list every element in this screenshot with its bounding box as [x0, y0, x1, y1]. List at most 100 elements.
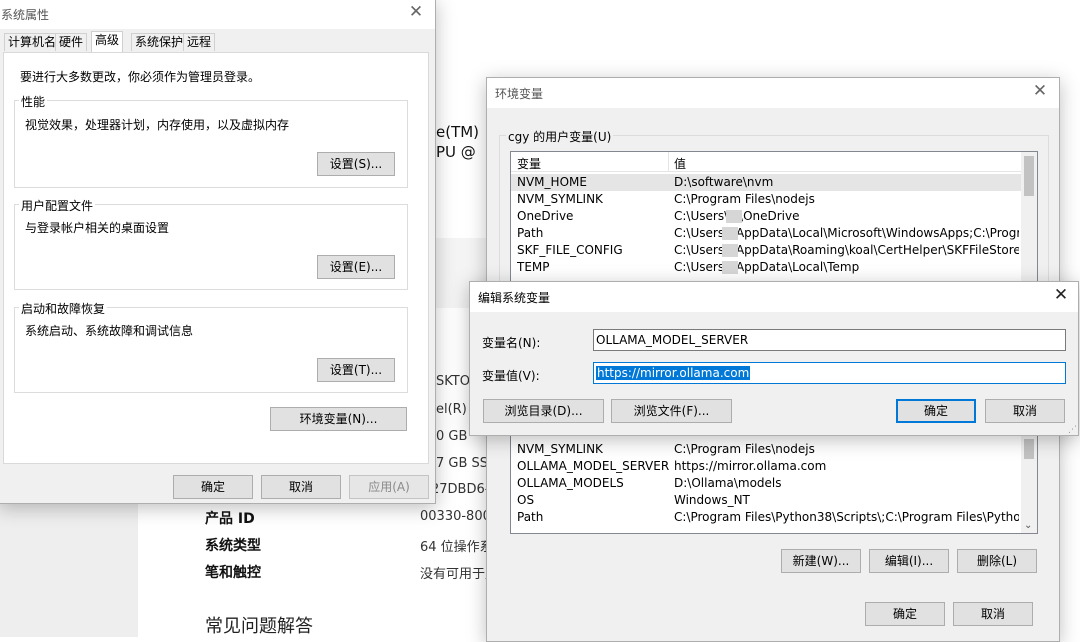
- column-header-value[interactable]: 值: [674, 155, 686, 172]
- title-bar: 环境变量 ✕: [487, 78, 1059, 108]
- user-profiles-group: 用户配置文件 与登录帐户相关的桌面设置 设置(E)...: [14, 197, 408, 290]
- settings-nav-panel: [0, 500, 138, 637]
- close-icon[interactable]: ✕: [1027, 80, 1053, 104]
- variable-name: Path: [517, 226, 544, 240]
- column-divider[interactable]: [668, 152, 669, 172]
- table-row[interactable]: OneDrive C:\Users\ y\OneDrive: [511, 208, 1023, 225]
- startup-recovery-settings-button[interactable]: 设置(T)...: [317, 358, 395, 382]
- group-description: 系统启动、系统故障和调试信息: [25, 324, 194, 338]
- environment-variables-button[interactable]: 环境变量(N)...: [270, 407, 407, 431]
- redaction-blur: [726, 210, 742, 223]
- variable-name: OLLAMA_MODEL_SERVER: [517, 459, 670, 473]
- redaction-blur: [722, 227, 738, 240]
- faq-title: 常见问题解答: [205, 616, 313, 637]
- delete-variable-button[interactable]: 删除(L): [957, 549, 1037, 573]
- pen-touch-label: 笔和触控: [205, 565, 261, 581]
- table-row[interactable]: NVM_HOME D:\software\nvm: [511, 174, 1023, 191]
- variable-name-input[interactable]: OLLAMA_MODEL_SERVER: [593, 329, 1066, 351]
- redaction-blur: [722, 244, 738, 257]
- ok-button[interactable]: 确定: [173, 475, 253, 499]
- startup-recovery-group: 启动和故障恢复 系统启动、系统故障和调试信息 设置(T)...: [14, 300, 408, 393]
- variable-name: NVM_SYMLINK: [517, 442, 603, 456]
- table-row[interactable]: OLLAMA_MODELS D:\Ollama\models: [511, 475, 1023, 492]
- cpu-name-fragment: e(TM): [436, 123, 480, 141]
- table-row[interactable]: NVM_SYMLINK C:\Program Files\nodejs: [511, 441, 1023, 458]
- column-header-variable[interactable]: 变量: [517, 155, 541, 172]
- table-row[interactable]: SKF_FILE_CONFIG C:\Users\ \AppData\Roami…: [511, 242, 1023, 259]
- tab-advanced[interactable]: 高级: [91, 31, 124, 52]
- group-label: 启动和故障恢复: [19, 300, 108, 317]
- group-label: 性能: [19, 93, 48, 110]
- scroll-down-icon[interactable]: ⌄: [1024, 520, 1032, 531]
- variable-value-input[interactable]: https://mirror.ollama.com: [593, 362, 1066, 384]
- variable-name: NVM_HOME: [517, 175, 587, 189]
- variable-name: Path: [517, 510, 544, 524]
- edit-variable-button[interactable]: 编辑(I)...: [869, 549, 949, 573]
- dialog-title: 系统属性: [1, 8, 50, 22]
- cancel-button[interactable]: 取消: [953, 602, 1033, 626]
- ok-button[interactable]: 确定: [896, 399, 976, 423]
- variable-value: C:\Program Files\Python38\Scripts\;C:\Pr…: [674, 510, 1019, 524]
- table-row[interactable]: TEMP C:\Users\ \AppData\Local\Temp: [511, 259, 1023, 276]
- cancel-button[interactable]: 取消: [261, 475, 341, 499]
- ram-fragment: 0 GB: [436, 429, 468, 444]
- browse-file-button[interactable]: 浏览文件(F)...: [611, 399, 732, 423]
- close-icon[interactable]: ✕: [1048, 284, 1074, 308]
- scrollbar-thumb[interactable]: [1024, 156, 1034, 196]
- variable-value: C:\Users\ \AppData\Local\Temp: [674, 260, 860, 274]
- performance-group: 性能 视觉效果，处理器计划，内存使用，以及虚拟内存 设置(S)...: [14, 93, 408, 188]
- cpu-name-fragment: PU @: [436, 143, 476, 161]
- table-row[interactable]: OLLAMA_MODEL_SERVER https://mirror.ollam…: [511, 458, 1023, 475]
- group-label: cgy 的用户变量(U): [506, 128, 614, 145]
- tab-computer-name[interactable]: 计算机名: [4, 33, 61, 51]
- admin-note: 要进行大多数更改，你必须作为管理员登录。: [20, 70, 261, 84]
- title-bar: 编辑系统变量 ✕: [470, 282, 1078, 312]
- variable-name-label: 变量名(N):: [482, 336, 541, 350]
- close-icon[interactable]: ✕: [403, 1, 429, 25]
- variable-value: https://mirror.ollama.com: [674, 459, 827, 473]
- product-id-label: 产品 ID: [205, 511, 255, 527]
- resize-grip-icon[interactable]: ⋰: [1068, 426, 1077, 435]
- variable-value-label: 变量值(V):: [482, 369, 540, 383]
- user-variables-table[interactable]: 变量 值 NVM_HOME D:\software\nvm NVM_SYMLIN…: [510, 151, 1038, 286]
- variable-name: OneDrive: [517, 209, 574, 223]
- table-row[interactable]: Path C:\Users\ \AppData\Local\Microsoft\…: [511, 225, 1023, 242]
- selected-text: https://mirror.ollama.com: [596, 366, 751, 380]
- variable-value: D:\software\nvm: [674, 175, 774, 189]
- table-header: 变量 值: [511, 152, 1037, 172]
- table-row[interactable]: Path C:\Program Files\Python38\Scripts\;…: [511, 509, 1023, 526]
- table-row[interactable]: NVM_SYMLINK C:\Program Files\nodejs: [511, 191, 1023, 208]
- performance-settings-button[interactable]: 设置(S)...: [317, 152, 395, 176]
- variable-name: OLLAMA_MODELS: [517, 476, 624, 490]
- scrollbar-thumb[interactable]: [1024, 439, 1034, 459]
- new-variable-button[interactable]: 新建(W)...: [781, 549, 861, 573]
- apply-button[interactable]: 应用(A): [349, 475, 429, 499]
- group-description: 与登录帐户相关的桌面设置: [25, 221, 170, 235]
- variable-name: OS: [517, 493, 535, 507]
- variable-value: C:\Program Files\nodejs: [674, 442, 815, 456]
- ok-button[interactable]: 确定: [865, 602, 945, 626]
- cancel-button[interactable]: 取消: [985, 399, 1065, 423]
- variable-name: SKF_FILE_CONFIG: [517, 243, 623, 257]
- title-bar: 系统属性 ✕: [0, 0, 435, 29]
- tab-remote[interactable]: 远程: [183, 33, 216, 51]
- dialog-title: 编辑系统变量: [478, 291, 551, 305]
- system-properties-dialog: 系统属性 ✕ 计算机名 硬件 高级 系统保护 远程 要进行大多数更改，你必须作为…: [0, 0, 436, 504]
- system-type-value: 64 位操作系: [420, 540, 493, 555]
- group-label: 用户配置文件: [19, 197, 96, 214]
- variable-value: Windows_NT: [674, 493, 750, 507]
- user-profiles-settings-button[interactable]: 设置(E)...: [317, 255, 395, 279]
- scrollbar[interactable]: ⌄: [1021, 435, 1037, 533]
- group-description: 视觉效果，处理器计划，内存使用，以及虚拟内存: [25, 118, 290, 132]
- system-variables-table[interactable]: NVM_SYMLINK C:\Program Files\nodejs OLLA…: [510, 434, 1038, 534]
- variable-name: TEMP: [517, 260, 550, 274]
- redaction-blur: [722, 261, 738, 274]
- variable-value: C:\Program Files\nodejs: [674, 192, 815, 206]
- scrollbar[interactable]: [1021, 152, 1037, 285]
- browse-directory-button[interactable]: 浏览目录(D)...: [483, 399, 604, 423]
- variable-value: D:\Ollama\models: [674, 476, 782, 490]
- tab-system-protection[interactable]: 系统保护: [131, 33, 188, 51]
- table-row[interactable]: OS Windows_NT: [511, 492, 1023, 509]
- edit-system-variable-dialog: 编辑系统变量 ✕ 变量名(N): OLLAMA_MODEL_SERVER 变量值…: [469, 281, 1079, 436]
- tab-hardware[interactable]: 硬件: [55, 33, 88, 51]
